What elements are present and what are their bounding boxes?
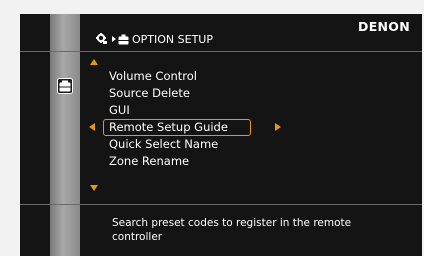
header-divider [20, 51, 422, 52]
menu-item-gui[interactable]: GUI [109, 102, 251, 119]
brand-logo: DENON [358, 19, 410, 34]
right-arrow-icon[interactable] [275, 123, 281, 131]
scroll-up-icon[interactable] [90, 59, 98, 65]
page-title: OPTION SETUP [132, 32, 213, 46]
menu-item-remote-setup-guide[interactable]: Remote Setup Guide [103, 119, 251, 136]
menu-item-volume-control[interactable]: Volume Control [109, 68, 251, 85]
left-arrow-icon[interactable] [89, 123, 95, 131]
osd-screen: DENON OPTION SETUP Volume Control Source… [20, 14, 422, 256]
help-text: Search preset codes to register in the r… [112, 217, 352, 243]
menu-item-quick-select-name[interactable]: Quick Select Name [109, 136, 251, 153]
option-setup-icon [118, 34, 129, 44]
scroll-down-icon[interactable] [90, 185, 98, 191]
option-setup-icon [57, 78, 73, 94]
option-setup-menu: Volume Control Source Delete GUI Remote … [103, 68, 251, 170]
menu-item-source-delete[interactable]: Source Delete [109, 85, 251, 102]
menu-item-zone-rename[interactable]: Zone Rename [109, 153, 251, 170]
breadcrumb-arrow-icon [112, 36, 116, 42]
breadcrumb: OPTION SETUP [96, 31, 213, 47]
setup-icon [96, 33, 107, 44]
footer-divider [20, 204, 422, 205]
